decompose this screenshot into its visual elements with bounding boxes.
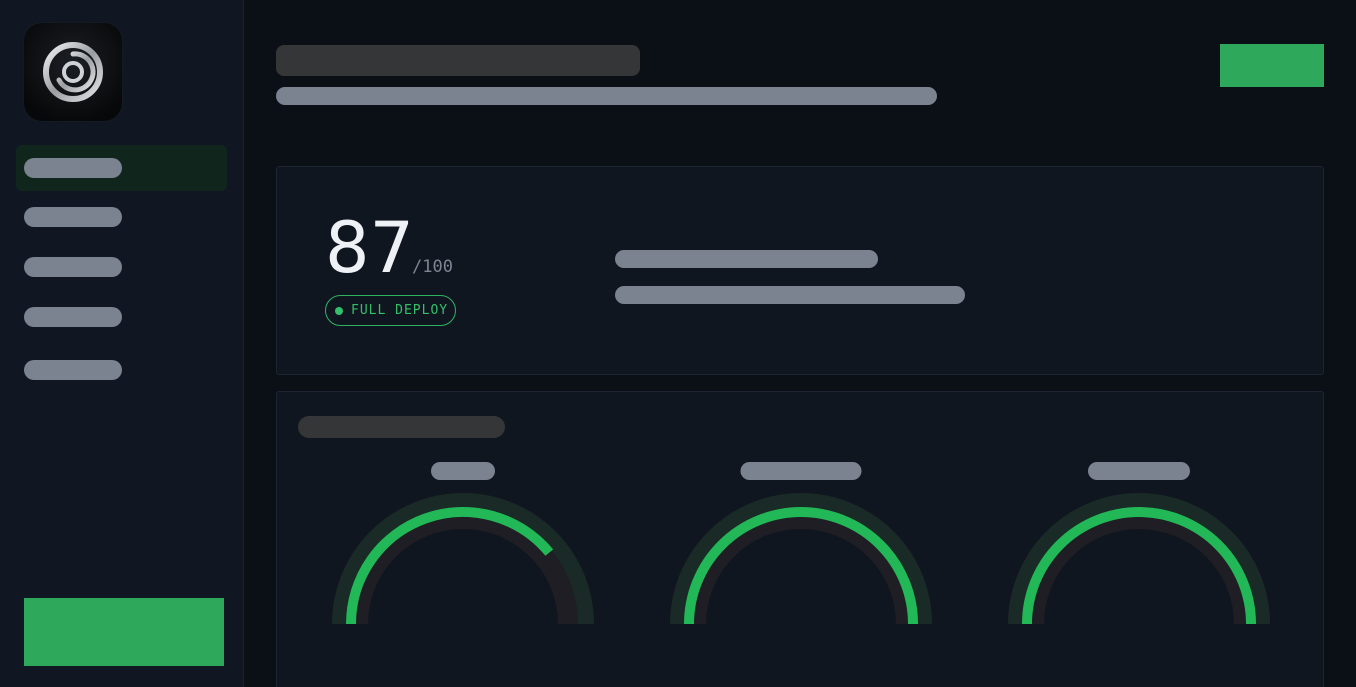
- sidebar-item-1[interactable]: [16, 145, 227, 191]
- sidebar-item-4[interactable]: [16, 294, 227, 340]
- gauge: [331, 462, 595, 632]
- page-title: [276, 45, 640, 76]
- sidebar-item-label: [24, 158, 122, 178]
- app-logo[interactable]: [24, 23, 122, 121]
- sidebar-item-5[interactable]: [16, 347, 227, 393]
- status-dot-icon: [335, 306, 343, 315]
- status-badge-label: FULL DEPLOY: [351, 303, 449, 318]
- gauges-card: [276, 391, 1324, 687]
- gauge-label: [1088, 462, 1190, 480]
- sidebar-primary-button[interactable]: [24, 598, 224, 666]
- sidebar-item-label: [24, 307, 122, 327]
- page-subtitle: [276, 87, 937, 105]
- gauge: [1007, 462, 1271, 632]
- sidebar: [0, 0, 244, 687]
- gauge-arc: [332, 493, 594, 625]
- sidebar-item-label: [24, 207, 122, 227]
- header-action-button[interactable]: [1220, 44, 1324, 87]
- status-badge: FULL DEPLOY: [325, 295, 456, 326]
- sidebar-item-2[interactable]: [16, 194, 227, 240]
- score-description-line: [615, 286, 965, 304]
- score-card: 87 /100 FULL DEPLOY: [276, 166, 1324, 375]
- gauge: [669, 462, 933, 632]
- sidebar-item-label: [24, 360, 122, 380]
- swirl-logo-icon: [43, 42, 103, 102]
- gauges-card-title: [298, 416, 505, 438]
- gauge-arc: [670, 493, 932, 625]
- score-max: /100: [412, 257, 453, 277]
- gauge-label: [431, 462, 495, 480]
- sidebar-item-label: [24, 257, 122, 277]
- gauge-label: [740, 462, 862, 480]
- score-value: 87: [325, 207, 415, 289]
- sidebar-item-3[interactable]: [16, 244, 227, 290]
- score-description-line: [615, 250, 878, 268]
- gauge-arc: [1008, 493, 1270, 625]
